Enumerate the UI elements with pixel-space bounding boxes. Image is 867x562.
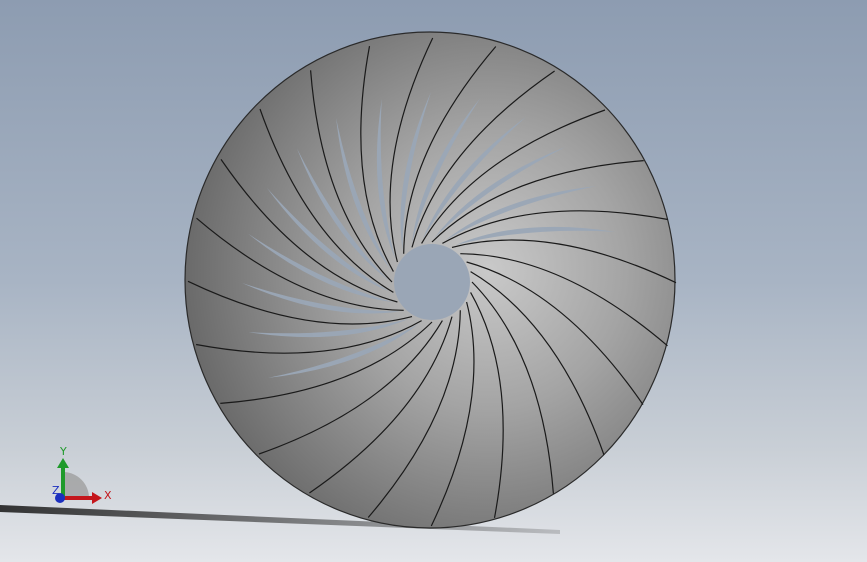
triad-y-arrow [57,458,69,468]
hub-opening [394,244,470,320]
triad-x-label: X [104,489,112,502]
graphics-viewport[interactable]: X Y Z [0,0,867,562]
view-triad[interactable]: X Y Z [52,445,112,504]
impeller-model[interactable] [184,31,677,529]
triad-y-label: Y [59,445,67,458]
triad-z-label: Z [52,484,60,497]
triad-plane-arc [63,472,89,498]
triad-x-arrow [92,492,102,504]
